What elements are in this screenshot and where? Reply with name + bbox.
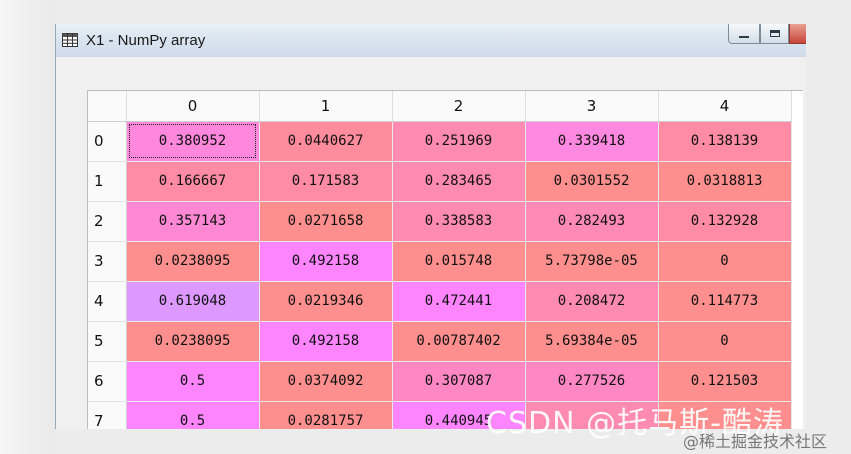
row-header[interactable]: 7 — [88, 401, 127, 429]
array-cell[interactable]: 5.69384e-05 — [525, 321, 659, 362]
array-cell[interactable]: 0.5 — [126, 361, 260, 402]
table-row: 5 0.0238095 0.492158 0.00787402 5.69384e-05 0 — [88, 321, 792, 362]
array-cell[interactable]: 0.0238095 — [126, 241, 260, 282]
array-cell[interactable]: 5.73798e-05 — [525, 241, 659, 282]
array-table: 01234 0 0.380952 0.0440627 0.251969 0.339418… — [88, 91, 792, 429]
table-row: 1 0.166667 0.171583 0.283465 0.0301552 0.0318… — [88, 161, 792, 202]
array-cell[interactable]: 0.283465 — [392, 161, 526, 202]
array-cell[interactable]: 0.492158 — [259, 241, 393, 282]
maximize-icon — [769, 30, 780, 37]
array-cell[interactable]: 0.138139 — [658, 121, 792, 162]
array-cell[interactable]: 0.339418 — [525, 121, 659, 162]
juejin-watermark: @稀土掘金技术社区 — [683, 432, 828, 451]
minimize-icon — [739, 35, 749, 38]
corner-cell[interactable] — [88, 91, 127, 122]
array-cell[interactable]: 0.0281757 — [259, 401, 393, 429]
minimize-button[interactable] — [728, 24, 760, 44]
array-table-body: 0 0.380952 0.0440627 0.251969 0.339418 0.1381… — [88, 121, 792, 429]
table-row: 2 0.357143 0.0271658 0.338583 0.282493 0.1329… — [88, 201, 792, 242]
backdrop — [0, 0, 55, 454]
array-cell[interactable]: 0.0219346 — [259, 281, 393, 322]
column-header[interactable]: 0 — [126, 91, 260, 122]
array-cell[interactable]: 0.0318813 — [658, 161, 792, 202]
column-header[interactable]: 4 — [658, 91, 792, 122]
array-cell[interactable]: 0 — [658, 321, 792, 362]
table-icon — [62, 33, 78, 47]
array-cell[interactable]: 0.0271658 — [259, 201, 393, 242]
array-cell[interactable]: 0.251969 — [392, 121, 526, 162]
array-cell[interactable]: 0.166667 — [126, 161, 260, 202]
array-cell[interactable]: 0.307087 — [392, 361, 526, 402]
window-client-area: 01234 0 0.380952 0.0440627 0.251969 0.339418… — [56, 57, 806, 429]
array-cell[interactable]: 0.357143 — [126, 201, 260, 242]
array-cell[interactable]: 0.282493 — [525, 201, 659, 242]
array-cell[interactable]: 0.338583 — [392, 201, 526, 242]
array-cell[interactable]: 0.114773 — [658, 281, 792, 322]
array-cell[interactable]: 0.277526 — [525, 361, 659, 402]
column-header-row: 01234 — [88, 91, 792, 122]
array-cell[interactable]: 0.171583 — [259, 161, 393, 202]
window-title: X1 - NumPy array — [86, 32, 206, 49]
array-grid[interactable]: 01234 0 0.380952 0.0440627 0.251969 0.339418… — [87, 90, 803, 429]
array-cell[interactable]: 0.00787402 — [392, 321, 526, 362]
maximize-button[interactable] — [760, 24, 789, 44]
array-cell[interactable]: 0.619048 — [126, 281, 260, 322]
table-row: 0 0.380952 0.0440627 0.251969 0.339418 0.1381… — [88, 121, 792, 162]
row-header[interactable]: 5 — [88, 321, 127, 362]
title-bar[interactable]: X1 - NumPy array — [56, 24, 806, 57]
array-cell[interactable]: 0.492158 — [259, 321, 393, 362]
table-row: 4 0.619048 0.0219346 0.472441 0.208472 0.1147… — [88, 281, 792, 322]
array-cell[interactable]: 0.015748 — [392, 241, 526, 282]
array-cell[interactable]: 0.0301552 — [525, 161, 659, 202]
row-header[interactable]: 3 — [88, 241, 127, 282]
array-cell[interactable]: 0.472441 — [392, 281, 526, 322]
array-cell[interactable]: 0.132928 — [658, 201, 792, 242]
array-cell[interactable]: 0.208472 — [525, 281, 659, 322]
array-cell[interactable]: 0.5 — [126, 401, 260, 429]
column-header[interactable]: 3 — [525, 91, 659, 122]
table-row: 6 0.5 0.0374092 0.307087 0.277526 0.121503 — [88, 361, 792, 402]
row-header[interactable]: 1 — [88, 161, 127, 202]
array-cell[interactable]: 0.0374092 — [259, 361, 393, 402]
table-row: 3 0.0238095 0.492158 0.015748 5.73798e-05 0 — [88, 241, 792, 282]
column-header[interactable]: 1 — [259, 91, 393, 122]
array-editor-window: X1 - NumPy array 01234 0 0.380952 0.044062… — [55, 24, 806, 429]
column-header[interactable]: 2 — [392, 91, 526, 122]
close-button[interactable] — [789, 24, 806, 44]
array-cell[interactable]: 0 — [658, 241, 792, 282]
row-header[interactable]: 6 — [88, 361, 127, 402]
row-header[interactable]: 4 — [88, 281, 127, 322]
array-cell[interactable]: 0.380952 — [126, 121, 260, 162]
array-cell[interactable]: 0.0440627 — [259, 121, 393, 162]
array-cell[interactable]: 0.121503 — [658, 361, 792, 402]
row-header[interactable]: 0 — [88, 121, 127, 162]
row-header[interactable]: 2 — [88, 201, 127, 242]
array-cell[interactable]: 0.0238095 — [126, 321, 260, 362]
